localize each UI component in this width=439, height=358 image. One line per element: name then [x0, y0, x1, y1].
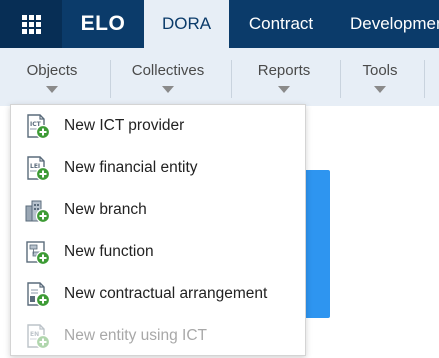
menu-item-new-branch[interactable]: New branch [11, 189, 305, 231]
function-add-icon [26, 241, 51, 266]
ribbon-group-reports[interactable]: Reports [238, 48, 330, 106]
caret-down-icon [46, 86, 58, 93]
menu-item-new-ict-provider[interactable]: ICT New ICT provider [11, 105, 305, 147]
app-launcher-button[interactable] [0, 0, 62, 48]
top-navigation-bar: ELO DORA Contract Development [0, 0, 439, 48]
ribbon-group-tools[interactable]: Tools [344, 48, 416, 106]
menu-item-label: New ICT provider [64, 117, 185, 134]
menu-item-label: New branch [64, 201, 147, 218]
caret-down-icon [374, 86, 386, 93]
menu-item-label: New financial entity [64, 159, 198, 176]
menu-item-label: New contractual arrangement [64, 285, 268, 302]
menu-item-new-financial-entity[interactable]: LEI New financial entity [11, 147, 305, 189]
grid-icon [21, 14, 41, 34]
tab-dora[interactable]: DORA [144, 0, 229, 48]
caret-down-icon [162, 86, 174, 93]
menu-item-new-entity-using-ict: EN New entity using ICT [11, 315, 305, 357]
ribbon-group-label: Collectives [131, 62, 205, 79]
elo-logo: ELO [80, 12, 126, 35]
tab-development[interactable]: Development [350, 0, 439, 48]
menu-item-new-function[interactable]: New function [11, 231, 305, 273]
menu-item-new-contractual-arrangement[interactable]: New contractual arrangement [11, 273, 305, 315]
ribbon-group-label: Reports [257, 62, 311, 79]
tab-contract[interactable]: Contract [229, 0, 333, 48]
objects-dropdown-menu: ICT New ICT provider LEI New financial e… [10, 104, 306, 356]
ribbon-divider [231, 60, 232, 98]
ribbon-divider [340, 60, 341, 98]
ribbon-group-label: Objects [26, 62, 78, 79]
ribbon-toolbar: Objects Collectives Reports Tools [0, 48, 439, 106]
ict-provider-add-icon: ICT [27, 114, 51, 140]
ribbon-group-collectives[interactable]: Collectives [116, 48, 220, 106]
entity-ict-add-icon: EN [27, 324, 51, 350]
ribbon-group-objects[interactable]: Objects [6, 48, 98, 106]
caret-down-icon [278, 86, 290, 93]
branch-add-icon [25, 200, 51, 224]
ribbon-divider [110, 60, 111, 98]
ribbon-divider [424, 60, 425, 98]
svg-text:EN: EN [30, 331, 39, 338]
contract-add-icon [27, 282, 51, 308]
financial-entity-add-icon: LEI [27, 156, 51, 182]
menu-item-label: New function [64, 243, 154, 260]
ribbon-group-label: Tools [362, 62, 398, 79]
menu-item-label: New entity using ICT [64, 327, 207, 344]
